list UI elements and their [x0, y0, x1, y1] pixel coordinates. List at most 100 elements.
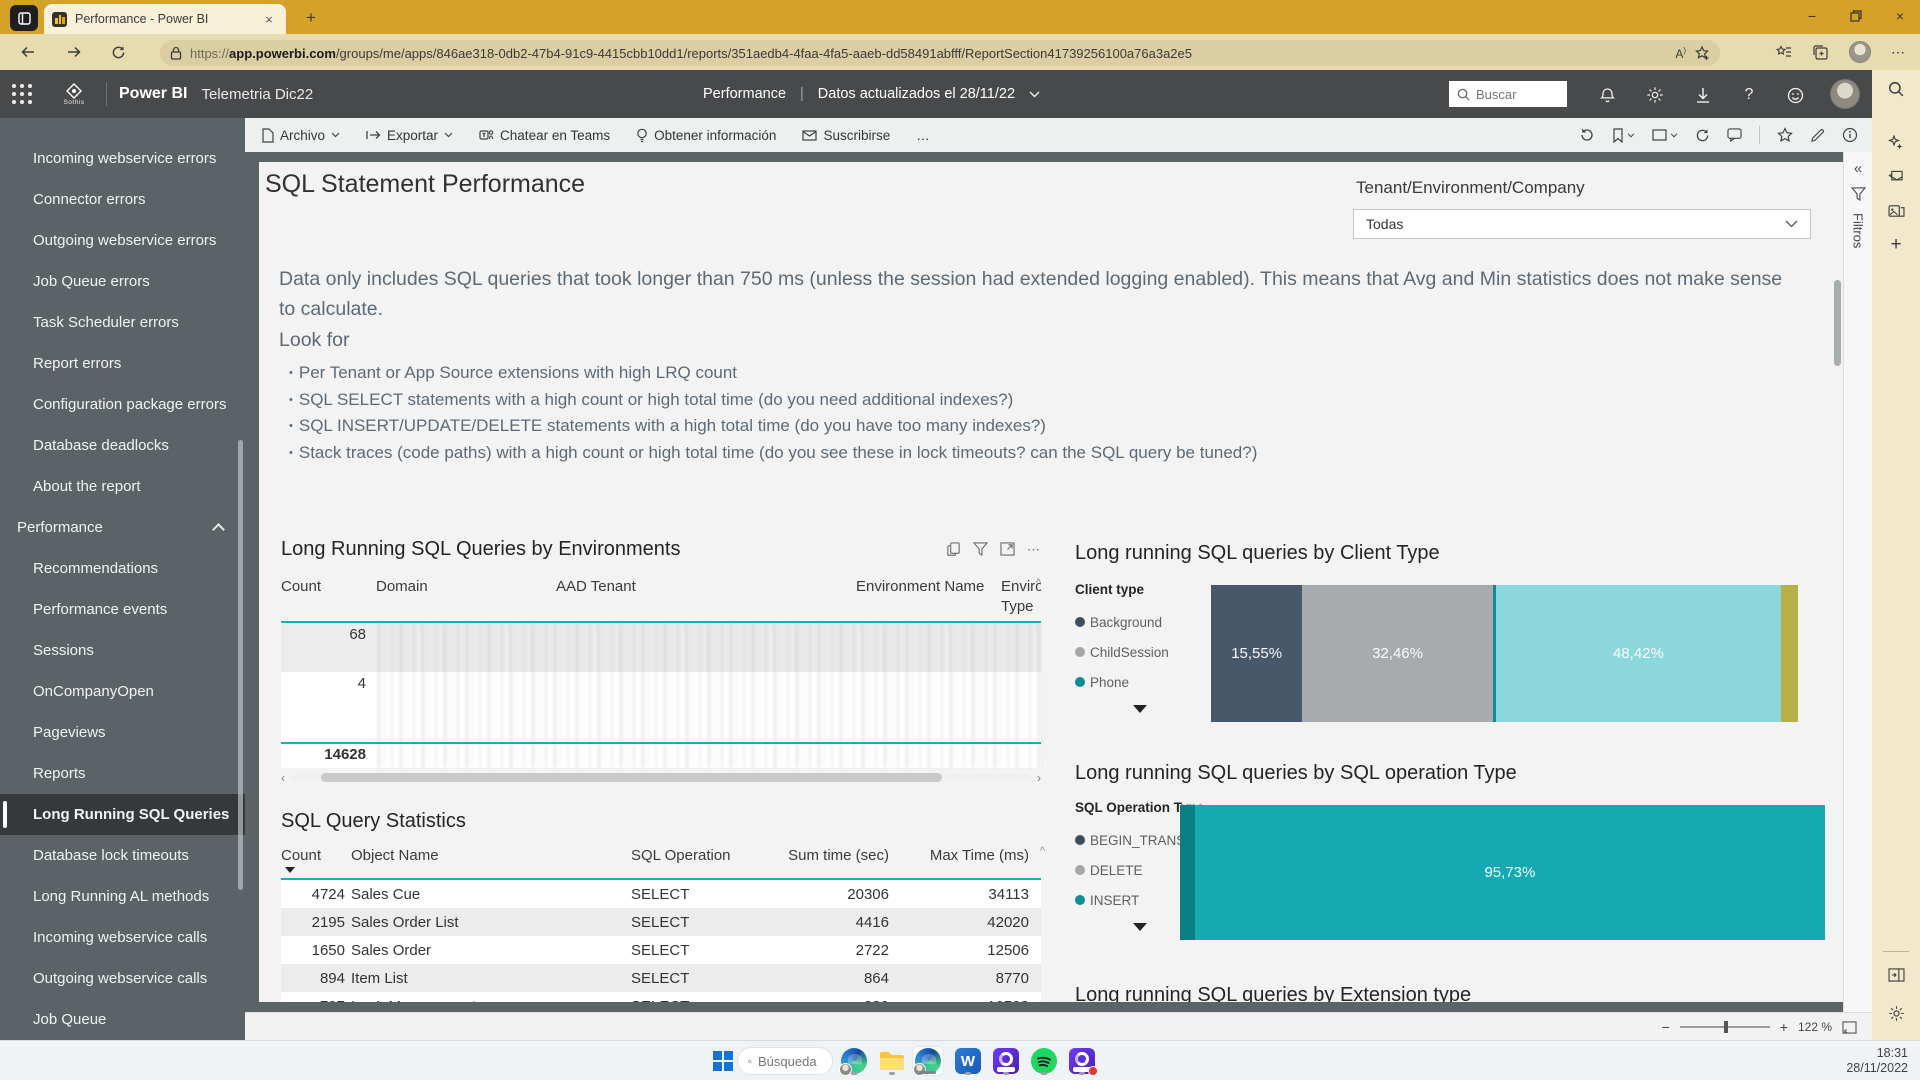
teams-chat-button[interactable]: Chatear en Teams: [479, 128, 610, 143]
taskbar-word[interactable]: W: [952, 1046, 984, 1076]
bar-segment[interactable]: 95,73%: [1195, 805, 1825, 940]
table-row[interactable]: 894 Item List SELECT 864 8770: [281, 964, 1041, 992]
more-options-icon[interactable]: ⋯: [1027, 542, 1041, 558]
scroll-up-icon[interactable]: ^: [1040, 845, 1045, 857]
add-favorite-icon[interactable]: [1694, 45, 1710, 61]
collections-icon[interactable]: [1812, 44, 1829, 61]
zoom-in-icon[interactable]: +: [1780, 1019, 1788, 1035]
help-button[interactable]: ?: [1738, 84, 1760, 106]
sidebar-item[interactable]: Incoming webservice errors: [0, 138, 245, 179]
sidebar-item[interactable]: OnCompanyOpen: [0, 671, 245, 712]
bar-segment[interactable]: [1781, 585, 1798, 722]
user-avatar[interactable]: [1830, 79, 1860, 109]
sidebar-search-button[interactable]: [1883, 76, 1909, 102]
table-row[interactable]: 707 LogInManagement SELECT 839 10598: [281, 992, 1041, 1002]
taskbar-clock[interactable]: 18:31 28/11/2022: [1846, 1046, 1908, 1076]
edit-pencil-icon[interactable]: [1810, 128, 1825, 143]
sidebar-item[interactable]: Reports: [0, 753, 245, 794]
get-insights-button[interactable]: Obtener información: [636, 128, 776, 143]
taskbar-edge-active[interactable]: [912, 1046, 944, 1076]
horizontal-scrollbar[interactable]: ‹ ›: [281, 770, 1041, 785]
sidebar-item[interactable]: Job Queue errors: [0, 261, 245, 302]
sidebar-item[interactable]: Sessions: [0, 630, 245, 671]
taskbar-edge-profile[interactable]: [838, 1046, 870, 1076]
new-tab-button[interactable]: +: [300, 7, 322, 29]
sidebar-item[interactable]: Long Running AL methods: [0, 876, 245, 917]
settings-button[interactable]: [1644, 84, 1666, 106]
waffle-menu-icon[interactable]: [10, 82, 34, 106]
taskbar-purple-app-2[interactable]: [1066, 1046, 1098, 1076]
column-header-environment-name[interactable]: Environment Name: [856, 577, 1001, 617]
more-options-button[interactable]: …: [916, 128, 932, 143]
column-header-sql-operation[interactable]: SQL Operation: [631, 847, 761, 864]
powerbi-search-box[interactable]: [1449, 81, 1567, 107]
favorites-bar-icon[interactable]: [1775, 44, 1792, 61]
table-row[interactable]: 4724 Sales Cue SELECT 20306 34113: [281, 880, 1041, 908]
scroll-left-icon[interactable]: ‹: [281, 771, 285, 785]
window-close-button[interactable]: ×: [1880, 0, 1920, 32]
legend-item[interactable]: Phone: [1075, 667, 1210, 697]
sidebar-item[interactable]: Outgoing webservice calls: [0, 958, 245, 999]
legend-item[interactable]: ChildSession: [1075, 637, 1210, 667]
address-bar[interactable]: https://app.powerbi.com/groups/me/apps/8…: [160, 40, 1720, 66]
scrollbar-track[interactable]: [291, 773, 1031, 782]
focus-mode-icon[interactable]: [1000, 542, 1015, 556]
file-menu[interactable]: Archivo: [261, 128, 340, 143]
column-header-sum-time[interactable]: Sum time (sec): [761, 847, 901, 864]
filter-icon[interactable]: [1851, 187, 1866, 201]
comments-icon[interactable]: [1727, 128, 1742, 142]
zoom-out-icon[interactable]: −: [1662, 1019, 1670, 1035]
sidebar-add-button[interactable]: +: [1883, 232, 1909, 258]
scroll-up-icon[interactable]: ^: [1036, 577, 1041, 589]
sidebar-item[interactable]: Long Running SQL Queries: [0, 794, 245, 835]
scrollbar-thumb[interactable]: [321, 773, 943, 782]
report-vertical-scrollbar[interactable]: [1834, 280, 1841, 366]
legend-scroll-down-icon[interactable]: [1133, 923, 1147, 931]
sidebar-media-button[interactable]: [1883, 198, 1909, 224]
bar-segment[interactable]: [1180, 805, 1195, 940]
refresh-visuals-icon[interactable]: [1695, 128, 1710, 143]
sidebar-panel-button[interactable]: [1883, 962, 1909, 988]
browser-profile-avatar[interactable]: [1849, 41, 1871, 63]
taskbar-search-input[interactable]: [758, 1054, 822, 1069]
sidebar-item[interactable]: Database deadlocks: [0, 425, 245, 466]
table-row[interactable]: 1650 Sales Order SELECT 2722 12506: [281, 936, 1041, 964]
column-header-object-name[interactable]: Object Name: [351, 847, 631, 864]
notifications-button[interactable]: [1596, 84, 1618, 106]
column-header-max-time[interactable]: Max Time (ms): [901, 847, 1041, 864]
sidebar-item[interactable]: Job Queue: [0, 999, 245, 1040]
bar-segment[interactable]: 48,42%: [1496, 585, 1780, 722]
view-button[interactable]: [1652, 129, 1678, 141]
sidebar-item[interactable]: Report errors: [0, 343, 245, 384]
feedback-button[interactable]: [1784, 84, 1806, 106]
sidebar-item[interactable]: Task Scheduler errors: [0, 302, 245, 343]
column-header-count[interactable]: Count: [281, 847, 351, 864]
taskbar-search[interactable]: [737, 1047, 833, 1075]
sidebar-item[interactable]: Database lock timeouts: [0, 835, 245, 876]
refresh-button[interactable]: [104, 38, 132, 66]
bookmarks-button[interactable]: [1612, 128, 1635, 143]
reset-view-icon[interactable]: [1579, 127, 1595, 143]
browser-tab[interactable]: Performance - Power BI ×: [44, 4, 286, 34]
download-button[interactable]: [1692, 84, 1714, 106]
copy-icon[interactable]: [946, 542, 961, 557]
tenant-filter-dropdown[interactable]: Todas: [1353, 209, 1811, 239]
sidebar-item[interactable]: Performance events: [0, 589, 245, 630]
filters-pane-label[interactable]: Filtros: [1851, 213, 1866, 248]
tab-actions-button[interactable]: [10, 5, 38, 31]
breadcrumb-page[interactable]: Performance: [703, 86, 786, 102]
sidebar-item[interactable]: Configuration package errors: [0, 384, 245, 425]
start-button[interactable]: [707, 1046, 739, 1076]
sidebar-scrollbar[interactable]: [238, 440, 243, 890]
sidebar-settings-button[interactable]: [1883, 1000, 1909, 1026]
info-icon[interactable]: [1842, 127, 1858, 143]
data-updated-label[interactable]: Datos actualizados el 28/11/22: [818, 86, 1015, 102]
column-header-aad-tenant[interactable]: AAD Tenant: [556, 577, 856, 617]
workspace-name[interactable]: Telemetria Dic22: [201, 86, 313, 103]
read-aloud-icon[interactable]: A): [1675, 46, 1686, 61]
sidebar-item[interactable]: About the report: [0, 466, 245, 507]
scroll-right-icon[interactable]: ›: [1037, 771, 1041, 785]
chevron-down-icon[interactable]: [1029, 91, 1040, 98]
filter-icon[interactable]: [973, 542, 988, 556]
legend-item[interactable]: Background: [1075, 607, 1210, 637]
